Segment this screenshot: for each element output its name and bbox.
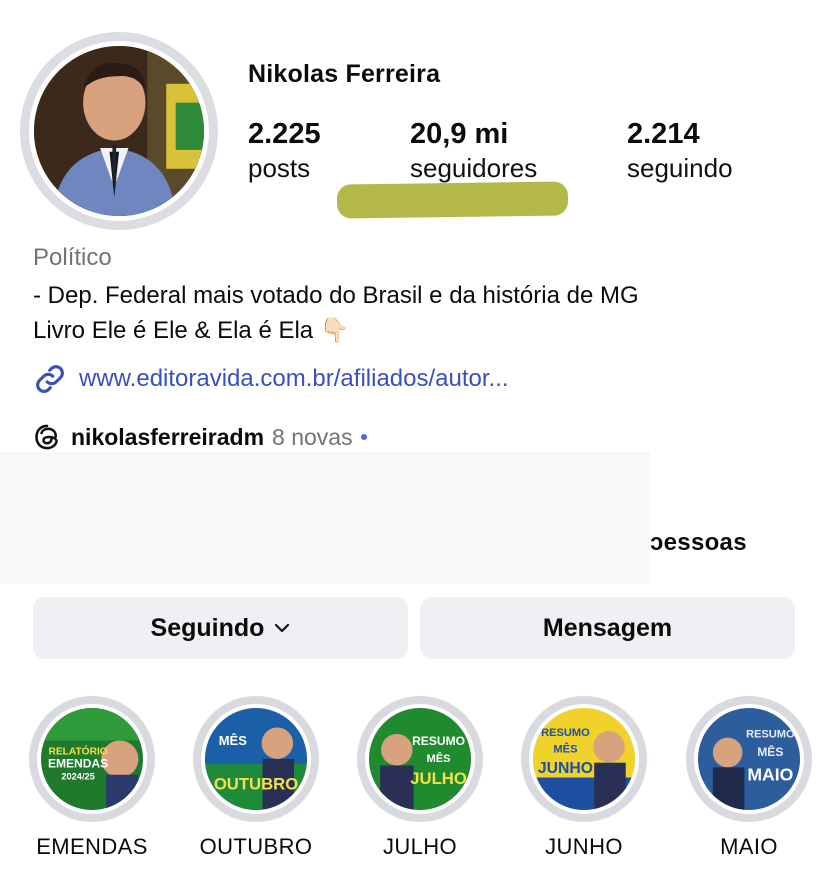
svg-text:OUTUBRO: OUTUBRO <box>214 775 298 794</box>
profile-category: Político <box>33 244 112 271</box>
svg-text:RESUMO: RESUMO <box>746 729 795 741</box>
message-button-label: Mensagem <box>542 613 673 642</box>
followed-by-text[interactable]: ɔessoas <box>650 529 747 557</box>
highlight-cover: RESUMO MÊS JULHO <box>369 708 471 810</box>
svg-text:RELATÓRIO: RELATÓRIO <box>48 744 107 757</box>
svg-text:JUNHO: JUNHO <box>538 760 593 777</box>
highlight-outubro[interactable]: MÊS OUTUBRO OUTUBRO <box>193 696 319 860</box>
redacted-area <box>0 452 650 584</box>
highlight-label: MAIO <box>720 834 778 859</box>
highlight-cover: RESUMO MÊS MAIO <box>698 708 800 810</box>
profile-name: Nikolas Ferreira <box>248 60 441 88</box>
bio-line-2: Livro Ele é Ele & Ela é Ela 👇🏻 <box>33 317 350 344</box>
svg-text:MÊS: MÊS <box>219 733 247 748</box>
svg-text:MÊS: MÊS <box>427 752 451 765</box>
highlight-cover: RELATÓRIO EMENDAS 2024/25 <box>41 708 143 810</box>
threads-badge[interactable]: nikolasferreiradm 8 novas <box>33 423 367 451</box>
threads-handle: nikolasferreiradm <box>71 423 265 450</box>
highlight-junho[interactable]: RESUMO MÊS JUNHO JUNHO <box>521 696 647 860</box>
highlight-label: EMENDAS <box>36 834 148 859</box>
unread-dot <box>360 434 367 440</box>
posts-label: posts <box>248 153 311 183</box>
svg-text:RESUMO: RESUMO <box>541 727 590 739</box>
profile-link[interactable]: www.editoravida.com.br/afiliados/autor..… <box>33 362 509 396</box>
posts-count: 2.225 <box>248 118 321 150</box>
stat-following[interactable]: 2.214 seguindo <box>627 116 733 184</box>
threads-icon <box>35 424 58 450</box>
stat-posts[interactable]: 2.225 posts <box>248 116 321 184</box>
chevron-down-icon <box>275 623 290 633</box>
avatar-photo <box>34 46 204 216</box>
highlight-cover: RESUMO MÊS JUNHO <box>533 708 635 810</box>
followers-count: 20,9 mi <box>410 118 509 150</box>
link-icon <box>36 365 64 393</box>
profile-avatar-ring[interactable] <box>20 32 218 230</box>
svg-text:EMENDAS: EMENDAS <box>48 756 108 770</box>
following-button-label: Seguindo <box>150 613 265 642</box>
highlight-label: OUTUBRO <box>199 834 313 859</box>
avatar[interactable] <box>29 41 209 221</box>
message-button[interactable]: Mensagem <box>420 597 795 659</box>
highlight-emendas[interactable]: RELATÓRIO EMENDAS 2024/25 EMENDAS <box>29 696 155 860</box>
highlight-maio[interactable]: RESUMO MÊS MAIO MAIO <box>686 696 812 860</box>
svg-text:RESUMO: RESUMO <box>412 734 465 748</box>
highlighter-mark <box>336 181 569 219</box>
highlight-julho[interactable]: RESUMO MÊS JULHO JULHO <box>357 696 483 860</box>
threads-new-count: 8 novas <box>272 423 353 450</box>
followers-label: seguidores <box>410 153 538 183</box>
svg-text:MÊS: MÊS <box>553 743 577 756</box>
highlight-label: JULHO <box>382 834 458 859</box>
svg-text:2024/25: 2024/25 <box>61 771 95 781</box>
bio-line-1: - Dep. Federal mais votado do Brasil e d… <box>33 282 639 309</box>
following-label: seguindo <box>627 153 733 183</box>
following-count: 2.214 <box>627 118 700 150</box>
svg-text:MÊS: MÊS <box>757 744 783 759</box>
svg-text:MAIO: MAIO <box>747 764 793 784</box>
highlight-cover: MÊS OUTUBRO <box>205 708 307 810</box>
stat-followers[interactable]: 20,9 mi seguidores <box>410 116 537 184</box>
highlight-label: JUNHO <box>545 834 623 859</box>
following-button[interactable]: Seguindo <box>33 597 408 659</box>
profile-link-text[interactable]: www.editoravida.com.br/afiliados/autor..… <box>79 365 509 393</box>
svg-text:JULHO: JULHO <box>410 769 467 788</box>
